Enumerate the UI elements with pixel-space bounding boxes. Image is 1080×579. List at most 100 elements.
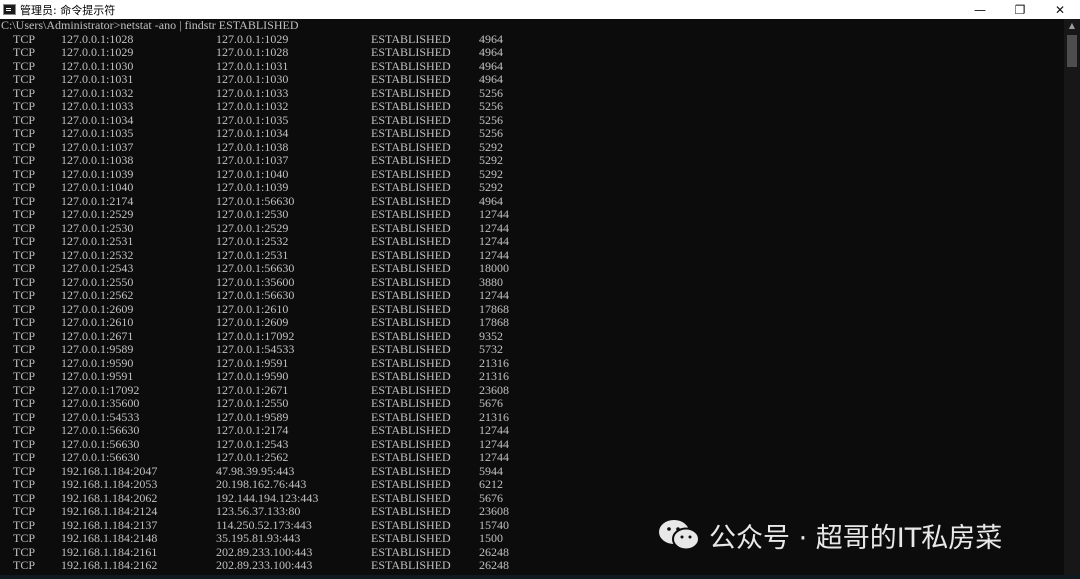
netstat-row: TCP 127.0.0.1:1028 127.0.0.1:1029 ESTABLISH…: [0, 31, 1064, 47]
local-address-cell: 127.0.0.1:2531: [61, 234, 134, 248]
pid-cell: 12744: [479, 220, 509, 235]
local-address-cell: 192.168.1.184:2162: [61, 558, 158, 572]
pid-cell: 12744: [479, 234, 509, 248]
console-output[interactable]: C:\Users\Administrator>netstat -ano | fi…: [0, 19, 1064, 579]
local-address-cell: 127.0.0.1:1032: [61, 85, 134, 100]
local-address-cell: 127.0.0.1:2174: [61, 193, 134, 208]
minimize-button[interactable]: —: [960, 0, 1000, 19]
protocol-cell: TCP: [13, 544, 36, 559]
state-cell: ESTABLISHED: [371, 31, 451, 46]
pid-cell: 12744: [479, 436, 509, 451]
protocol-cell: TCP: [13, 45, 36, 59]
protocol-cell: TCP: [13, 517, 36, 532]
protocol-cell: TCP: [13, 112, 36, 127]
protocol-cell: TCP: [13, 355, 36, 370]
protocol-cell: TCP: [13, 220, 36, 235]
state-cell: ESTABLISHED: [371, 72, 451, 86]
state-cell: ESTABLISHED: [371, 139, 451, 154]
protocol-cell: TCP: [13, 423, 36, 437]
local-address-cell: 127.0.0.1:1028: [61, 31, 134, 46]
pid-cell: 21316: [479, 355, 509, 370]
state-cell: ESTABLISHED: [371, 423, 451, 437]
foreign-address-cell: 127.0.0.1:1040: [216, 166, 289, 181]
local-address-cell: 192.168.1.184:2161: [61, 544, 158, 559]
netstat-row: TCP 127.0.0.1:1039 127.0.0.1:1040 ESTABLISH…: [0, 166, 1064, 182]
state-cell: ESTABLISHED: [371, 261, 451, 275]
foreign-address-cell: 127.0.0.1:56630: [216, 288, 295, 302]
netstat-row: TCP 127.0.0.1:56630 127.0.0.1:2543 ESTABLIS…: [0, 436, 1064, 452]
foreign-address-cell: 192.144.194.123:443: [216, 490, 319, 505]
foreign-address-cell: 123.56.37.133:80: [216, 504, 301, 518]
state-cell: ESTABLISHED: [371, 99, 451, 113]
title-bar[interactable]: 管理员: 命令提示符 — ❐ ✕: [0, 0, 1080, 19]
state-cell: ESTABLISHED: [371, 166, 451, 181]
state-cell: ESTABLISHED: [371, 355, 451, 370]
scroll-up-arrow-icon[interactable]: ▲: [1064, 19, 1080, 33]
local-address-cell: 127.0.0.1:1031: [61, 72, 134, 86]
foreign-address-cell: 127.0.0.1:1034: [216, 126, 289, 140]
protocol-cell: TCP: [13, 180, 36, 194]
foreign-address-cell: 127.0.0.1:1035: [216, 112, 289, 127]
close-button[interactable]: ✕: [1040, 0, 1080, 19]
foreign-address-cell: 202.89.233.100:443: [216, 558, 313, 572]
pid-cell: 9352: [479, 328, 503, 343]
foreign-address-cell: 127.0.0.1:56630: [216, 261, 295, 275]
foreign-address-cell: 127.0.0.1:1029: [216, 31, 289, 46]
netstat-row: TCP 192.168.1.184:2053 20.198.162.76:443 ES…: [0, 477, 1064, 492]
pid-cell: 23608: [479, 504, 509, 518]
scrollbar-thumb[interactable]: [1067, 35, 1077, 67]
protocol-cell: TCP: [13, 315, 36, 329]
state-cell: ESTABLISHED: [371, 126, 451, 140]
protocol-cell: TCP: [13, 463, 36, 478]
protocol-cell: TCP: [13, 274, 36, 289]
local-address-cell: 127.0.0.1:1039: [61, 166, 134, 181]
state-cell: ESTABLISHED: [371, 247, 451, 262]
foreign-address-cell: 127.0.0.1:1037: [216, 153, 289, 167]
state-cell: ESTABLISHED: [371, 220, 451, 235]
protocol-cell: TCP: [13, 558, 36, 572]
foreign-address-cell: 127.0.0.1:2610: [216, 301, 289, 316]
state-cell: ESTABLISHED: [371, 207, 451, 221]
netstat-row: TCP 192.168.1.184:2062 192.144.194.123:443…: [0, 490, 1064, 506]
pid-cell: 1500: [479, 531, 503, 545]
netstat-row: TCP 127.0.0.1:1030 127.0.0.1:1031 ESTABLISH…: [0, 58, 1064, 74]
netstat-row: TCP 127.0.0.1:1035 127.0.0.1:1034 ESTABLISH…: [0, 126, 1064, 141]
foreign-address-cell: 127.0.0.1:2671: [216, 382, 289, 397]
protocol-cell: TCP: [13, 369, 36, 383]
state-cell: ESTABLISHED: [371, 409, 451, 424]
watermark: 公众号 · 超哥的IT私房菜: [657, 514, 1002, 556]
pid-cell: 5292: [479, 166, 503, 181]
protocol-cell: TCP: [13, 450, 36, 464]
local-address-cell: 127.0.0.1:1040: [61, 180, 134, 194]
state-cell: ESTABLISHED: [371, 153, 451, 167]
protocol-cell: TCP: [13, 58, 36, 73]
protocol-cell: TCP: [13, 342, 36, 356]
foreign-address-cell: 47.98.39.95:443: [216, 463, 295, 478]
protocol-cell: TCP: [13, 409, 36, 424]
foreign-address-cell: 127.0.0.1:2609: [216, 315, 289, 329]
pid-cell: 5292: [479, 180, 503, 194]
state-cell: ESTABLISHED: [371, 45, 451, 59]
state-cell: ESTABLISHED: [371, 463, 451, 478]
local-address-cell: 127.0.0.1:9590: [61, 355, 134, 370]
restore-button[interactable]: ❐: [1000, 0, 1040, 19]
watermark-text: 公众号 · 超哥的IT私房菜: [709, 522, 1003, 554]
pid-cell: 26248: [479, 558, 509, 572]
state-cell: ESTABLISHED: [371, 328, 451, 343]
cmd-icon: [3, 4, 16, 15]
foreign-address-cell: 202.89.233.100:443: [216, 544, 313, 559]
pid-cell: 4964: [479, 45, 503, 59]
foreign-address-cell: 127.0.0.1:1039: [216, 180, 289, 194]
state-cell: ESTABLISHED: [371, 193, 451, 208]
netstat-row: TCP 127.0.0.1:1033 127.0.0.1:1032 ESTABLISH…: [0, 99, 1064, 114]
vertical-scrollbar[interactable]: ▲: [1064, 19, 1080, 579]
local-address-cell: 127.0.0.1:2610: [61, 315, 134, 329]
state-cell: ESTABLISHED: [371, 490, 451, 505]
protocol-cell: TCP: [13, 139, 36, 154]
local-address-cell: 127.0.0.1:2543: [61, 261, 134, 275]
foreign-address-cell: 127.0.0.1:2174: [216, 423, 289, 437]
pid-cell: 5292: [479, 139, 503, 154]
state-cell: ESTABLISHED: [371, 342, 451, 356]
netstat-row: TCP 127.0.0.1:2529 127.0.0.1:2530 ESTABLISH…: [0, 207, 1064, 222]
pid-cell: 4964: [479, 72, 503, 86]
